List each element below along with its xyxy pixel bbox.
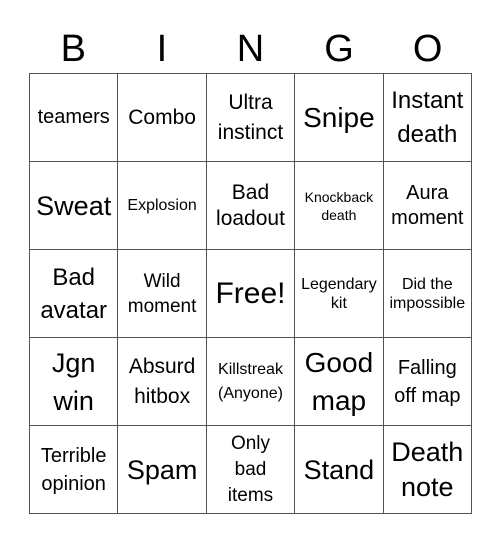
cell-text: Legendary kit (301, 275, 377, 312)
bingo-cell[interactable]: Killstreak (Anyone) (206, 338, 296, 426)
header-letter-n: N (236, 28, 265, 70)
cell-text: teamers (37, 106, 110, 128)
header-letter-i: I (156, 28, 168, 70)
bingo-cell[interactable]: Instant death (383, 74, 472, 162)
bingo-cell[interactable]: Stand (295, 426, 384, 514)
bingo-cell[interactable]: Explosion (118, 162, 207, 250)
bingo-cell[interactable]: Death note (383, 426, 472, 514)
bingo-cell[interactable]: Knockback death (295, 162, 384, 250)
cell-text: Snipe (303, 101, 375, 133)
cell-text: Instant death (391, 86, 464, 148)
cell-text: Wild moment (127, 270, 197, 317)
cell-text: Explosion (127, 197, 197, 214)
bingo-header: B I N G O (29, 26, 472, 72)
bingo-cell[interactable]: Wild moment (118, 250, 207, 338)
bingo-cell[interactable]: Bad avatar (30, 250, 119, 338)
bingo-cell[interactable]: Spam (118, 426, 207, 514)
cell-text: Absurd hitbox (128, 354, 196, 408)
bingo-cell[interactable]: Only bad items (206, 426, 296, 514)
bingo-cell[interactable]: teamers (30, 74, 119, 162)
bingo-cell[interactable]: Legendary kit (295, 250, 384, 338)
cell-text: Bad loadout (216, 180, 285, 230)
header-letter-b: B (60, 28, 86, 70)
bingo-grid: teamers Combo Ultra instinct Snipe Insta… (29, 73, 472, 514)
bingo-cell[interactable]: Combo (118, 74, 207, 162)
bingo-cell[interactable]: Falling off map (383, 338, 472, 426)
bingo-cell free-space[interactable]: Free! (206, 250, 296, 338)
bingo-cell[interactable]: Aura moment (383, 162, 472, 250)
cell-text: Terrible opinion (40, 444, 107, 495)
header-letter-g: G (324, 28, 354, 70)
cell-text: Bad avatar (40, 263, 108, 324)
cell-text: Aura moment (391, 181, 464, 229)
bingo-cell[interactable]: Sweat (30, 162, 119, 250)
bingo-cell[interactable]: Ultra instinct (206, 74, 296, 162)
cell-text: Good map (304, 346, 374, 416)
bingo-cell[interactable]: Bad loadout (206, 162, 296, 250)
cell-text: Combo (128, 105, 196, 129)
cell-text: Free! (215, 276, 286, 310)
cell-text: Spam (126, 454, 198, 485)
header-letter-o: O (412, 28, 443, 70)
bingo-cell[interactable]: Snipe (295, 74, 384, 162)
cell-text: Death note (391, 436, 464, 502)
bingo-cell[interactable]: Terrible opinion (30, 426, 119, 514)
bingo-cell[interactable]: Did the impossible (383, 250, 472, 338)
cell-text: Jgn win (51, 347, 96, 416)
cell-text: Ultra instinct (217, 90, 284, 144)
cell-text: Falling off map (394, 356, 461, 407)
bingo-cell[interactable]: Good map (295, 338, 384, 426)
cell-text: Knockback death (304, 188, 374, 223)
cell-text: Stand (303, 454, 375, 485)
cell-text: Killstreak (Anyone) (218, 360, 283, 402)
bingo-cell[interactable]: Absurd hitbox (118, 338, 207, 426)
bingo-cell[interactable]: Jgn win (30, 338, 119, 426)
cell-text: Did the impossible (389, 275, 466, 312)
cell-text: Sweat (36, 190, 112, 221)
cell-text: Only bad items (227, 432, 274, 506)
